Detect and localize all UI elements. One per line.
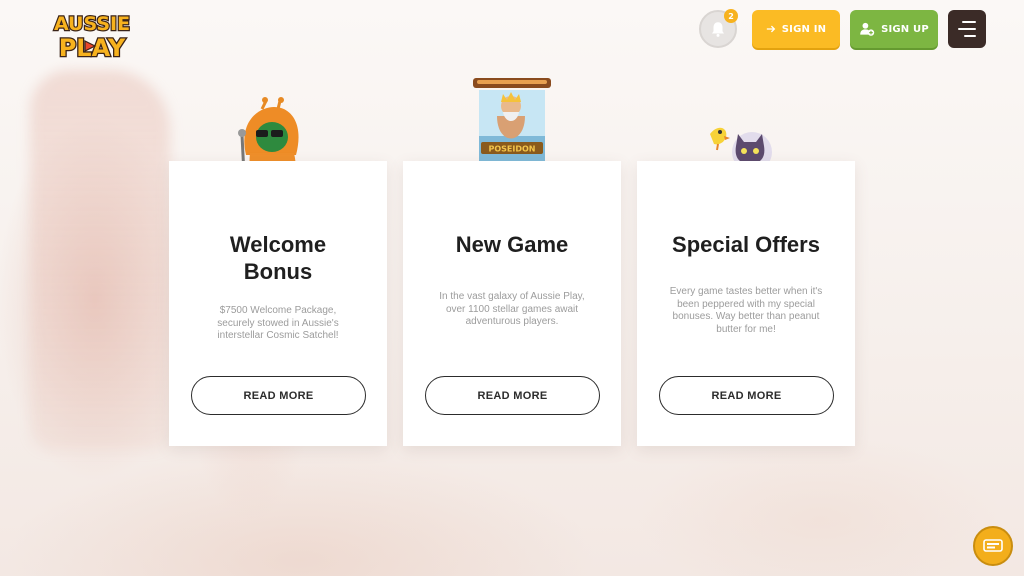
menu-line-3	[964, 35, 976, 37]
menu-line-1	[962, 21, 976, 23]
background-rock	[30, 70, 170, 450]
card-description: Every game tastes better when it's been …	[669, 286, 823, 335]
new-game-card: New Game In the vast galaxy of Aussie Pl…	[403, 161, 621, 446]
special-offers-card: Special Offers Every game tastes better …	[637, 161, 855, 446]
menu-line-2	[958, 28, 976, 30]
welcome-bonus-read-more-button[interactable]: READ MORE	[191, 376, 366, 415]
sign-in-button[interactable]: SIGN IN	[752, 10, 840, 48]
card-title: Welcome Bonus	[229, 232, 327, 284]
svg-text:POSEIDON: POSEIDON	[488, 145, 535, 154]
chat-button[interactable]	[973, 526, 1013, 566]
chat-icon	[983, 539, 1003, 552]
sign-in-label: SIGN IN	[781, 23, 827, 35]
sign-up-label: SIGN UP	[881, 23, 929, 35]
arrow-right-icon	[766, 25, 776, 33]
card-description: In the vast galaxy of Aussie Play, over …	[439, 291, 585, 327]
menu-button[interactable]	[948, 10, 986, 48]
card-description: $7500 Welcome Package, securely stowed i…	[217, 305, 339, 341]
card-title: New Game	[455, 232, 569, 257]
new-game-read-more-button[interactable]: READ MORE	[425, 376, 600, 415]
svg-text:AUSSIE: AUSSIE	[54, 13, 130, 35]
sign-up-button[interactable]: SIGN UP	[850, 10, 938, 48]
welcome-bonus-card: Welcome Bonus $7500 Welcome Package, sec…	[169, 161, 387, 446]
card-title: Special Offers	[672, 232, 820, 257]
special-offers-read-more-button[interactable]: READ MORE	[659, 376, 834, 415]
notification-count-badge: 2	[724, 9, 738, 23]
add-user-icon	[860, 22, 875, 36]
aussie-play-logo[interactable]: AUSSIE PLAY	[48, 10, 136, 64]
logo-icon: AUSSIE PLAY	[53, 12, 132, 64]
bell-icon	[712, 22, 724, 37]
